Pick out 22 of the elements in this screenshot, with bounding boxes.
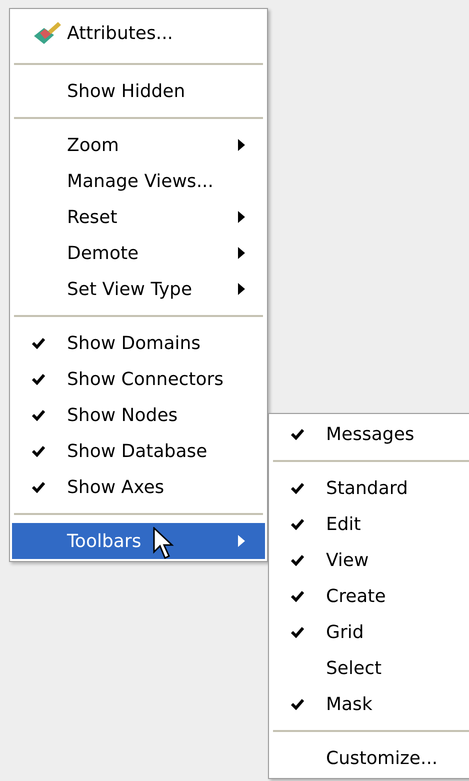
- menu-item[interactable]: Show Connectors: [12, 361, 265, 397]
- menu-item[interactable]: Messages: [271, 416, 469, 452]
- menu-item[interactable]: Standard: [271, 470, 469, 506]
- menu-item[interactable]: Toolbars: [12, 523, 265, 559]
- menu-item[interactable]: Demote: [12, 235, 265, 271]
- menu-item[interactable]: Attributes...: [12, 11, 265, 55]
- menu-item[interactable]: Edit: [271, 506, 469, 542]
- menu-item[interactable]: Create: [271, 578, 469, 614]
- menu-item[interactable]: View: [271, 542, 469, 578]
- menu-item[interactable]: Grid: [271, 614, 469, 650]
- menu-item[interactable]: Manage Views...: [12, 163, 265, 199]
- menu-item[interactable]: Set View Type: [12, 271, 265, 307]
- menu-item[interactable]: Show Domains: [12, 325, 265, 361]
- menu-item[interactable]: Customize...: [271, 740, 469, 776]
- menu-item[interactable]: Mask: [271, 686, 469, 722]
- menu-item[interactable]: Reset: [12, 199, 265, 235]
- menu-item[interactable]: Show Database: [12, 433, 265, 469]
- menu-item[interactable]: Zoom: [12, 127, 265, 163]
- menu-item[interactable]: Show Nodes: [12, 397, 265, 433]
- menu-item[interactable]: Select: [271, 650, 469, 686]
- menu-item[interactable]: Show Hidden: [12, 73, 265, 109]
- menu-item[interactable]: Show Axes: [12, 469, 265, 505]
